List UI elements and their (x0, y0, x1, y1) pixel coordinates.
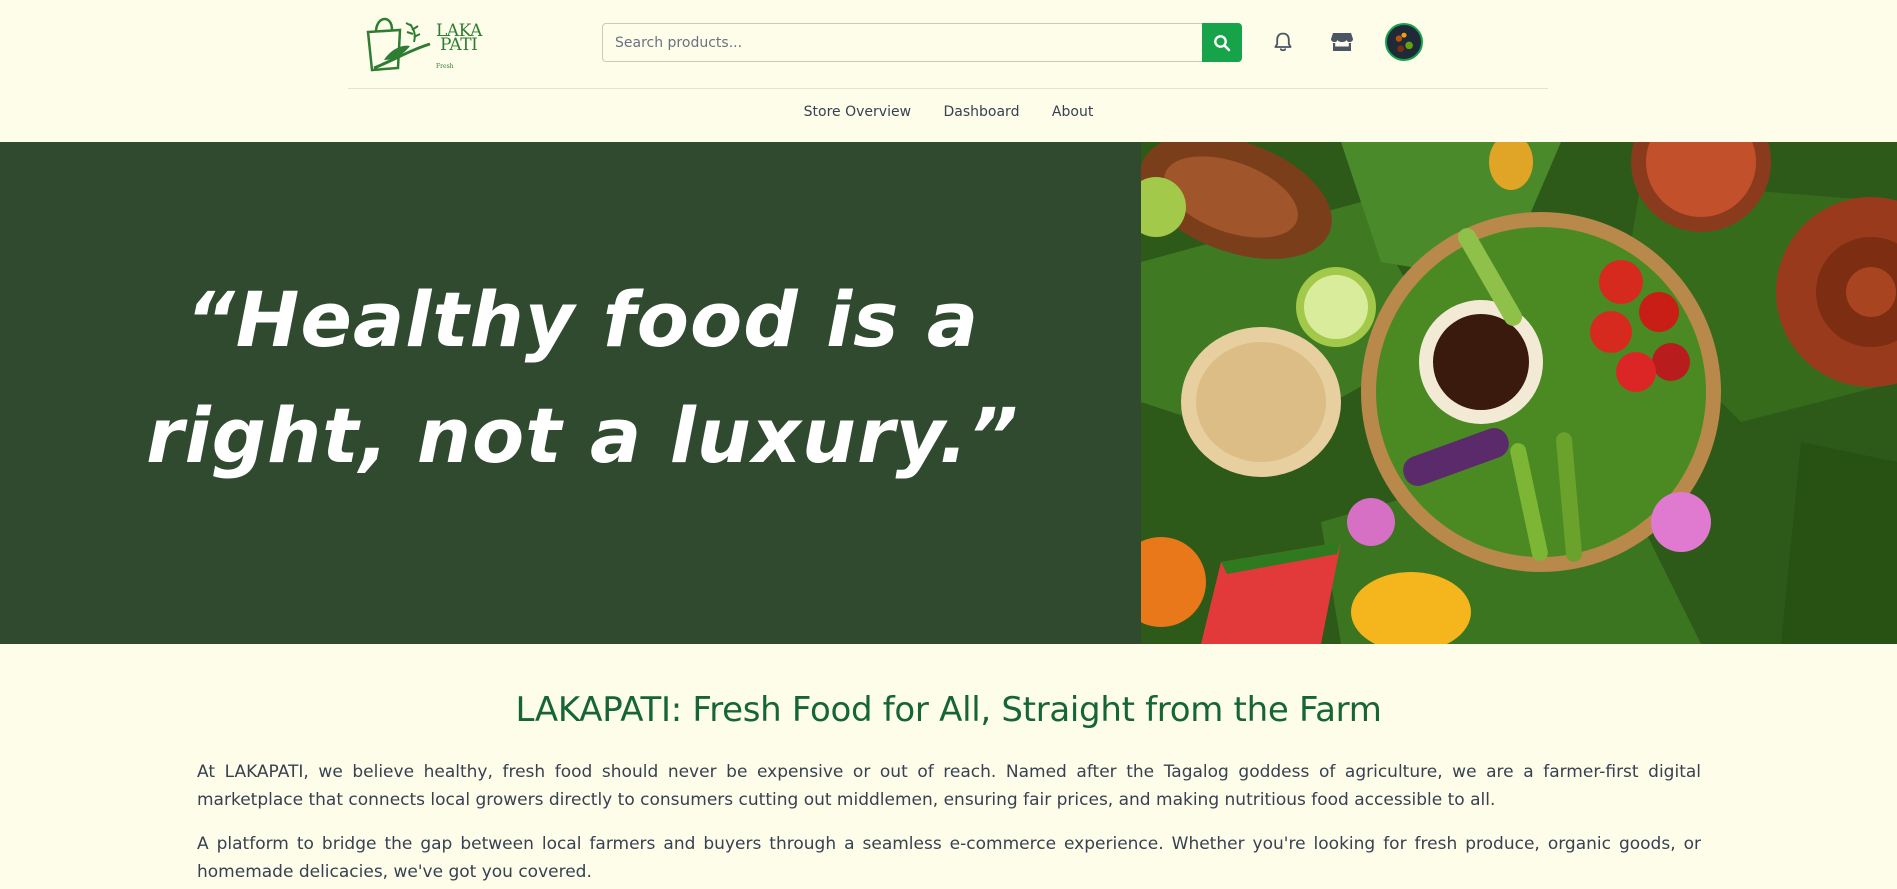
search-icon (1214, 34, 1231, 51)
user-avatar[interactable] (1385, 23, 1423, 61)
notifications-button[interactable] (1263, 22, 1303, 62)
hero-quote: “Healthy food is a right, not a luxury.” (0, 262, 1165, 494)
about-title: LAKAPATI: Fresh Food for All, Straight f… (515, 690, 1382, 730)
site-header: LAKA PATI Fresh Store Overview Dashboard (0, 0, 1897, 142)
nav-about[interactable]: About (1052, 104, 1093, 120)
hero-quote-line1: “Healthy food is a (185, 275, 980, 364)
logo-text-line2: PATI (440, 35, 478, 55)
hero-quote-panel: “Healthy food is a right, not a luxury.” (0, 142, 1141, 644)
store-icon (1331, 33, 1353, 51)
header-divider (348, 88, 1548, 89)
main-nav: Store Overview Dashboard About (0, 104, 1897, 120)
logo-wordmark: LAKA PATI Fresh (436, 23, 482, 71)
bell-icon (1274, 32, 1292, 52)
hero-food-image (1141, 142, 1897, 644)
search-bar (602, 23, 1242, 62)
food-platter-illustration (1141, 142, 1897, 644)
shopping-bag-leaf-icon (366, 17, 431, 72)
store-button[interactable] (1322, 22, 1362, 62)
nav-dashboard[interactable]: Dashboard (944, 104, 1020, 120)
about-paragraph-1: At LAKAPATI, we believe healthy, fresh f… (197, 762, 1701, 810)
search-button[interactable] (1202, 23, 1242, 62)
logo-text-line3: Fresh (436, 63, 454, 70)
hero-banner: “Healthy food is a right, not a luxury.” (0, 142, 1897, 644)
nav-store-overview[interactable]: Store Overview (804, 104, 911, 120)
hero-quote-line2: right, not a luxury.” (146, 391, 1019, 480)
about-section: LAKAPATI: Fresh Food for All, Straight f… (0, 644, 1897, 889)
brand-logo[interactable]: LAKA PATI Fresh (364, 10, 486, 74)
search-input[interactable] (602, 23, 1203, 62)
about-paragraph-2: A platform to bridge the gap between loc… (197, 834, 1701, 882)
